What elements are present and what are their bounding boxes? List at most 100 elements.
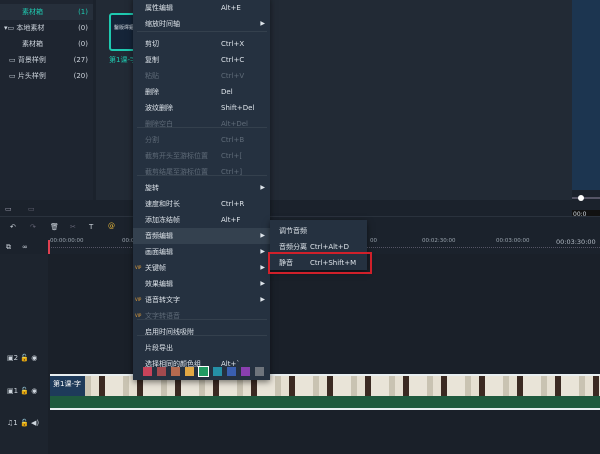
- color-swatch[interactable]: [241, 367, 250, 376]
- tick-label: 00:03:30:00: [556, 238, 596, 246]
- count: (27): [73, 56, 88, 64]
- vip-badge: VIP: [135, 313, 142, 318]
- scrubber-handle[interactable]: [578, 195, 584, 201]
- menu-item[interactable]: 缩放时间轴 ▶: [133, 16, 270, 32]
- color-swatch[interactable]: [227, 367, 236, 376]
- eye-icon[interactable]: ◉: [31, 387, 37, 395]
- menu-item[interactable]: 旋转 ▶: [133, 180, 270, 196]
- new-folder-icon[interactable]: ▭: [5, 205, 12, 213]
- menu-item-label: 剪切: [145, 40, 159, 48]
- count: (1): [78, 8, 88, 16]
- menu-item-shortcut: Ctrl+B: [221, 136, 245, 144]
- menu-item-label: 复制: [145, 56, 159, 64]
- menu-item[interactable]: 效果编辑 ▶: [133, 276, 270, 292]
- cut-icon[interactable]: ✂: [70, 223, 76, 231]
- menu-item-shortcut: Ctrl+X: [221, 40, 245, 48]
- menu-item-label: 粘贴: [145, 72, 159, 80]
- menu-item-shortcut: Del: [221, 88, 233, 96]
- lock-icon[interactable]: 🔓: [20, 419, 29, 427]
- menu-item-label: 属性编辑: [145, 4, 173, 12]
- menu-item-label: 截剪结尾至游标位置: [145, 168, 208, 176]
- menu-item-shortcut: Alt+F: [221, 216, 241, 224]
- menu-item[interactable]: VIP 语音转文字 ▶: [133, 292, 270, 308]
- color-swatch[interactable]: [157, 367, 166, 376]
- label: 片头样例: [17, 72, 46, 80]
- lock-icon[interactable]: 🔓: [20, 387, 29, 395]
- menu-item[interactable]: VIP 关键帧 ▶: [133, 260, 270, 276]
- color-swatch[interactable]: [185, 367, 194, 376]
- menu-item[interactable]: 添加冻结帧 Alt+F: [133, 212, 270, 228]
- redo-icon[interactable]: ↷: [30, 223, 36, 231]
- menu-item-label: 添加冻结帧: [145, 216, 180, 224]
- ai-icon[interactable]: @: [108, 222, 115, 230]
- thumb-label: 鑿版墿鏂: [114, 25, 135, 31]
- menu-item[interactable]: 启用时间线吸附: [133, 324, 270, 340]
- color-swatch[interactable]: [171, 367, 180, 376]
- add-track-icon[interactable]: ⧉: [6, 243, 11, 252]
- speaker-icon[interactable]: ◀): [31, 419, 39, 427]
- menu-item[interactable]: 画面编辑 ▶: [133, 244, 270, 260]
- color-swatch[interactable]: [143, 367, 152, 376]
- text-icon[interactable]: T: [89, 223, 93, 231]
- color-swatch[interactable]: [198, 366, 209, 377]
- tick-label: 00:00:00:00: [50, 238, 84, 244]
- menu-item-label: 波纹删除: [145, 104, 173, 112]
- menu-item-shortcut: Ctrl+]: [221, 168, 243, 176]
- library-item-local[interactable]: ▾▭ 本地素材 (0): [0, 20, 93, 36]
- menu-item-label: 截剪开头至游标位置: [145, 152, 208, 160]
- track-number: 1: [13, 419, 18, 427]
- color-swatch[interactable]: [255, 367, 264, 376]
- menu-item[interactable]: 复制 Ctrl+C: [133, 52, 270, 68]
- vip-badge: VIP: [135, 297, 142, 302]
- timeline-tracks: 第1课-字: [48, 254, 600, 454]
- label: 背景样例: [17, 56, 46, 64]
- menu-item-label: 画面编辑: [145, 248, 173, 256]
- menu-item: 分割 Ctrl+B: [133, 132, 270, 148]
- track-headers: ▣2 🔓 ◉ ▣1 🔓 ◉ ♫1 🔓 ◀): [0, 254, 48, 454]
- menu-item[interactable]: 删除 Del: [133, 84, 270, 100]
- menu-item: 删除空白 Alt+Del: [133, 116, 270, 132]
- tick-label: 00: [370, 238, 377, 244]
- menu-item-label: 语音转文字: [145, 296, 180, 304]
- submenu-adjust-audio[interactable]: 调节音频: [270, 223, 367, 239]
- delete-icon[interactable]: 🗑: [50, 223, 59, 231]
- count: (20): [73, 72, 88, 80]
- label: 调节音频: [279, 227, 307, 235]
- menu-item-label: 文字转语音: [145, 312, 180, 320]
- library-item-bin[interactable]: 素材箱 (0): [0, 36, 93, 52]
- chevron-right-icon: ▶: [260, 280, 265, 287]
- chevron-right-icon: ▶: [260, 20, 265, 27]
- menu-item: 截剪结尾至游标位置 Ctrl+]: [133, 164, 270, 180]
- library-item-backgrounds[interactable]: ▭ 背景样例 (27): [0, 52, 93, 68]
- menu-item[interactable]: 速度和时长 Ctrl+R: [133, 196, 270, 212]
- menu-item[interactable]: 波纹删除 Shift+Del: [133, 100, 270, 116]
- menu-item[interactable]: 属性编辑 Alt+E: [133, 0, 270, 16]
- menu-item-shortcut: Ctrl+V: [221, 72, 245, 80]
- menu-item-shortcut: Shift+Del: [221, 104, 255, 112]
- preview-scrubber[interactable]: [572, 195, 600, 201]
- count: (0): [78, 40, 88, 48]
- menu-item[interactable]: 剪切 Ctrl+X: [133, 36, 270, 52]
- clip-title: 第1课-字: [53, 380, 81, 388]
- menu-item-label: 效果编辑: [145, 280, 173, 288]
- eye-icon[interactable]: ◉: [31, 354, 37, 362]
- link-icon[interactable]: ∞: [22, 243, 28, 251]
- library-panel: 素材箱 (1) ▾▭ 本地素材 (0) 素材箱 (0) ▭ 背景样例 (27) ▭ 片头…: [0, 0, 93, 213]
- folder-icon[interactable]: ▭: [28, 205, 35, 213]
- menu-item[interactable]: 片段导出: [133, 340, 270, 356]
- lock-icon[interactable]: 🔓: [20, 354, 29, 362]
- menu-item-label: 缩放时间轴: [145, 20, 180, 28]
- color-swatch[interactable]: [213, 367, 222, 376]
- menu-item: 截剪开头至游标位置 Ctrl+[: [133, 148, 270, 164]
- library-item-intros[interactable]: ▭ 片头样例 (20): [0, 68, 93, 84]
- video-track-icon: ▣: [7, 354, 14, 362]
- undo-icon[interactable]: ↶: [10, 223, 16, 231]
- library-item-media-bin[interactable]: 素材箱 (1): [0, 4, 93, 20]
- menu-item-label: 音频编辑: [145, 232, 173, 240]
- context-menu: 属性编辑 Alt+E 缩放时间轴 ▶ 剪切 Ctrl+X 复制 Ctrl+C 粘贴 Ctrl+V 删…: [133, 0, 270, 380]
- menu-item-label: 关键帧: [145, 264, 166, 272]
- menu-item: 粘贴 Ctrl+V: [133, 68, 270, 84]
- menu-item-shortcut: Ctrl+[: [221, 152, 243, 160]
- menu-item-label: 片段导出: [145, 344, 173, 352]
- menu-item[interactable]: 音频编辑 ▶: [133, 228, 270, 244]
